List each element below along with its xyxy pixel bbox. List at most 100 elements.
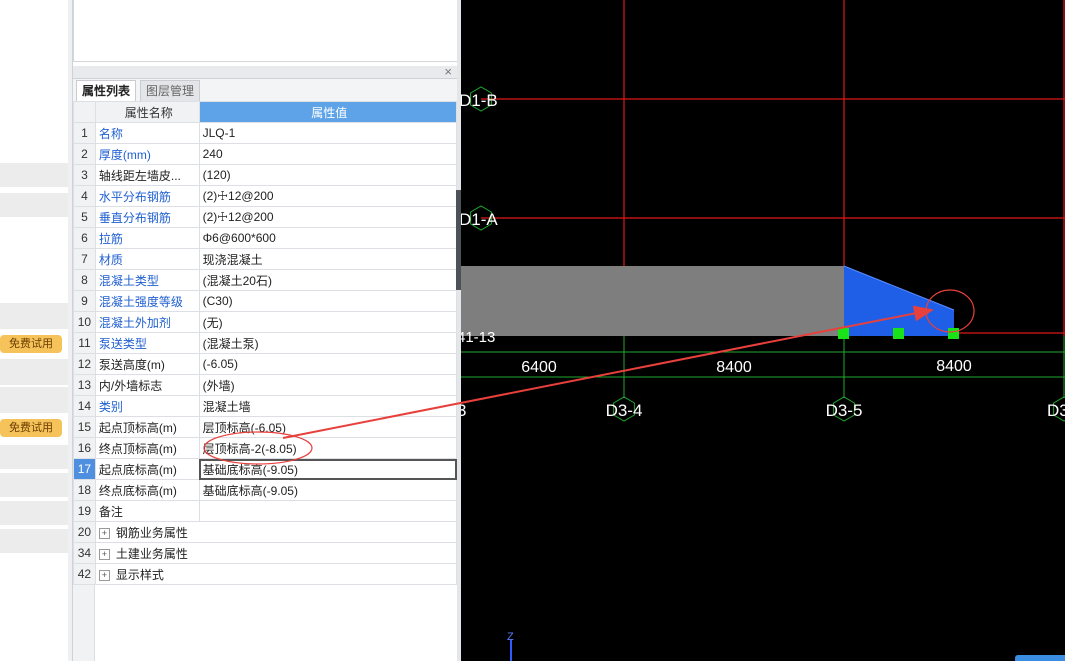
axis-label: D3-5: [826, 401, 863, 420]
axis-label: D1-A: [461, 210, 498, 229]
table-row[interactable]: 2 厚度(mm) 240: [73, 143, 458, 165]
property-value-cell[interactable]: 基础底标高(-9.05): [198, 458, 458, 480]
axis-label: D1-B: [461, 91, 498, 110]
drawing-canvas[interactable]: D1-B D1-A D3-4 D3-5 D3 3 41-13 6400 8400 8400 Z: [461, 0, 1065, 661]
tab-layer-management[interactable]: 图层管理: [140, 80, 201, 102]
axis-label: 8400: [716, 359, 752, 376]
property-name-cell: 名称: [94, 122, 200, 144]
table-row[interactable]: 11 泵送类型 (混凝土泵): [73, 332, 458, 354]
group-label: 土建业务属性: [115, 546, 188, 561]
grip-point[interactable]: [948, 328, 959, 339]
property-value-cell[interactable]: 层顶标高-2(-8.05): [198, 437, 458, 459]
grip-point[interactable]: [893, 328, 904, 339]
group-label: 钢筋业务属性: [115, 525, 188, 540]
cad-viewport[interactable]: D1-B D1-A D3-4 D3-5 D3 3 41-13 6400 8400 8400 Z: [461, 0, 1065, 661]
property-name-cell: 备注: [94, 500, 200, 522]
table-row[interactable]: 42 + 显示样式: [73, 563, 458, 585]
property-value-cell[interactable]: (2)☩12@200: [198, 185, 458, 207]
expand-icon[interactable]: +: [98, 527, 110, 539]
viewport-scroll-indicator[interactable]: [1015, 655, 1065, 661]
table-row[interactable]: 6 拉筋 Φ6@600*600: [73, 227, 458, 249]
table-row[interactable]: 34 + 土建业务属性: [73, 542, 458, 564]
property-value-cell[interactable]: 240: [198, 143, 458, 165]
strip-bar: [0, 359, 68, 385]
table-row[interactable]: 12 泵送高度(m) (-6.05): [73, 353, 458, 375]
table-row[interactable]: 17 起点底标高(m) 基础底标高(-9.05): [73, 458, 458, 480]
group-row-label[interactable]: + 钢筋业务属性: [94, 521, 458, 543]
row-number: 13: [73, 374, 96, 396]
property-name-cell: 水平分布钢筋: [94, 185, 200, 207]
table-row[interactable]: 16 终点顶标高(m) 层顶标高-2(-8.05): [73, 437, 458, 459]
table-row[interactable]: 7 材质 现浇混凝土: [73, 248, 458, 270]
table-row[interactable]: 10 混凝土外加剂 (无): [73, 311, 458, 333]
strip-bar: [0, 473, 68, 497]
wall-body[interactable]: [461, 266, 844, 336]
table-row[interactable]: 5 垂直分布钢筋 (2)☩12@200: [73, 206, 458, 228]
header-num-cell: [73, 101, 96, 123]
table-row[interactable]: 1 名称 JLQ-1: [73, 122, 458, 144]
property-value-cell[interactable]: (混凝土泵): [198, 332, 458, 354]
property-value-cell[interactable]: 基础底标高(-9.05): [198, 479, 458, 501]
property-value-cell[interactable]: (-6.05): [198, 353, 458, 375]
table-row[interactable]: 14 类别 混凝土墙: [73, 395, 458, 417]
property-value-cell[interactable]: (无): [198, 311, 458, 333]
header-property-name[interactable]: 属性名称: [94, 101, 200, 123]
axis-label: D3-4: [606, 401, 643, 420]
table-row[interactable]: 18 终点底标高(m) 基础底标高(-9.05): [73, 479, 458, 501]
property-value-cell[interactable]: (外墙): [198, 374, 458, 396]
axis-label: 3: [461, 401, 466, 420]
row-number: 18: [73, 479, 96, 501]
row-number: 20: [73, 521, 96, 543]
property-table: 属性名称 属性值 1 名称 JLQ-1 2 厚度(mm) 240 3 轴线距左墙皮... (12…: [73, 101, 458, 585]
row-number: 1: [73, 122, 96, 144]
table-row[interactable]: 3 轴线距左墙皮... (120): [73, 164, 458, 186]
row-number: 34: [73, 542, 96, 564]
expand-icon[interactable]: +: [98, 569, 110, 581]
axis-labels: D1-B D1-A D3-4 D3-5 D3 3 41-13 6400 8400 8400: [461, 86, 1065, 422]
property-value-cell[interactable]: JLQ-1: [198, 122, 458, 144]
group-label: 显示样式: [115, 567, 164, 582]
grip-point[interactable]: [838, 328, 849, 339]
close-icon[interactable]: ×: [444, 64, 452, 79]
wall-end-slope[interactable]: [844, 266, 954, 336]
property-value-cell[interactable]: 层顶标高(-6.05): [198, 416, 458, 438]
property-name-cell: 混凝土强度等级: [94, 290, 200, 312]
row-number-gutter: [73, 585, 95, 661]
table-row[interactable]: 15 起点顶标高(m) 层顶标高(-6.05): [73, 416, 458, 438]
axis-label: 41-13: [461, 329, 495, 346]
property-value-cell[interactable]: 现浇混凝土: [198, 248, 458, 270]
row-number: 3: [73, 164, 96, 186]
row-number: 42: [73, 563, 96, 585]
row-number: 12: [73, 353, 96, 375]
table-row[interactable]: 19 备注: [73, 500, 458, 522]
row-number: 10: [73, 311, 96, 333]
row-number: 7: [73, 248, 96, 270]
table-row[interactable]: 13 内/外墙标志 (外墙): [73, 374, 458, 396]
tab-property-list[interactable]: 属性列表: [76, 80, 137, 101]
strip-bar: [0, 387, 68, 413]
property-value-cell[interactable]: 混凝土墙: [198, 395, 458, 417]
table-row[interactable]: 9 混凝土强度等级 (C30): [73, 290, 458, 312]
free-trial-button[interactable]: 免费试用: [0, 419, 62, 437]
free-trial-button[interactable]: 免费试用: [0, 335, 62, 353]
property-value-cell[interactable]: (混凝土20石): [198, 269, 458, 291]
property-value-cell[interactable]: Φ6@600*600: [198, 227, 458, 249]
header-property-value[interactable]: 属性值: [198, 101, 458, 123]
z-axis-indicator: Z: [507, 631, 514, 661]
property-value-cell[interactable]: (C30): [198, 290, 458, 312]
row-number: 9: [73, 290, 96, 312]
group-row-label[interactable]: + 土建业务属性: [94, 542, 458, 564]
property-value-cell[interactable]: [198, 500, 458, 522]
table-row[interactable]: 20 + 钢筋业务属性: [73, 521, 458, 543]
strip-bar: [0, 303, 68, 329]
preview-area: [73, 0, 458, 62]
row-number: 19: [73, 500, 96, 522]
strip-bar: [0, 163, 68, 187]
expand-icon[interactable]: +: [98, 548, 110, 560]
row-number: 11: [73, 332, 96, 354]
table-row[interactable]: 4 水平分布钢筋 (2)☩12@200: [73, 185, 458, 207]
property-value-cell[interactable]: (120): [198, 164, 458, 186]
property-value-cell[interactable]: (2)☩12@200: [198, 206, 458, 228]
group-row-label[interactable]: + 显示样式: [94, 563, 458, 585]
table-row[interactable]: 8 混凝土类型 (混凝土20石): [73, 269, 458, 291]
